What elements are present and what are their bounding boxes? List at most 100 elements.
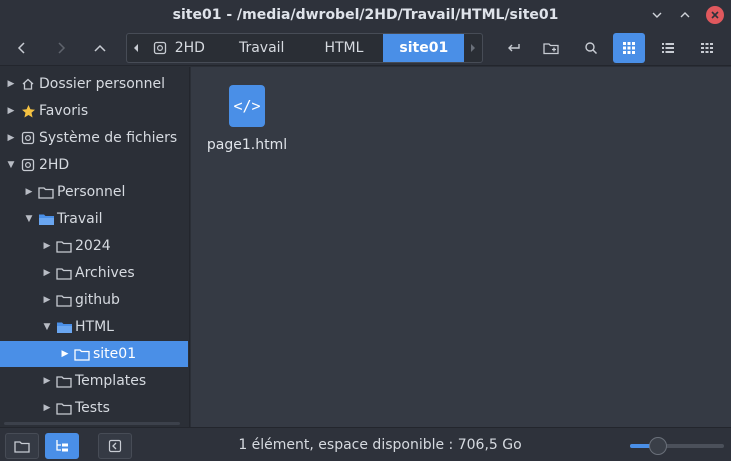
- tree-label: github: [75, 292, 120, 308]
- file-icon-glyph: </>: [233, 97, 261, 115]
- open-terminal-button[interactable]: [498, 33, 530, 63]
- tree-label: Templates: [75, 373, 147, 389]
- sidebar-item-tests[interactable]: ▶ Tests: [0, 395, 188, 421]
- close-button[interactable]: [706, 6, 724, 24]
- search-button[interactable]: [575, 33, 607, 63]
- folder-open-icon: [55, 319, 73, 335]
- toggle-sidebar-button[interactable]: [98, 433, 132, 459]
- tree-label: 2024: [75, 238, 111, 254]
- places-panel-button[interactable]: [5, 433, 39, 459]
- sidebar-item-dossier-personnel[interactable]: ▶ Dossier personnel: [0, 71, 188, 97]
- expander-expanded-icon[interactable]: ▼: [24, 214, 34, 224]
- sidebar-item-personnel[interactable]: ▶ Personnel: [0, 179, 188, 205]
- list-view-button[interactable]: [652, 33, 684, 63]
- zoom-slider-thumb[interactable]: [649, 437, 668, 455]
- folder-icon: [55, 265, 73, 281]
- search-icon: [585, 42, 598, 55]
- crumb-2hd[interactable]: 2HD: [145, 34, 219, 62]
- sidebar-item-favoris[interactable]: ▶ Favoris: [0, 98, 188, 124]
- status-message: 1 élément, espace disponible : 706,5 Go: [238, 437, 522, 453]
- status-bar: 1 élément, espace disponible : 706,5 Go: [0, 427, 731, 461]
- crumb-site01[interactable]: site01: [383, 34, 465, 62]
- caret-right-icon: [471, 44, 476, 52]
- maximize-icon: [680, 12, 690, 18]
- close-icon: [711, 11, 719, 19]
- caret-left-icon: [133, 44, 138, 52]
- file-name: page1.html: [206, 137, 288, 153]
- expander-collapsed-icon[interactable]: ▶: [60, 349, 70, 359]
- file-item-page1-html[interactable]: </> page1.html: [203, 85, 291, 157]
- icon-view-button[interactable]: [613, 33, 645, 63]
- crumb-label: site01: [399, 40, 449, 56]
- html-file-icon: </>: [229, 85, 265, 127]
- sidebar-item-2hd[interactable]: ▼ 2HD: [0, 152, 188, 178]
- new-folder-icon: [543, 43, 559, 55]
- return-arrow-icon: [508, 44, 520, 52]
- sidebar-item-templates[interactable]: ▶ Templates: [0, 368, 188, 394]
- minimize-button[interactable]: [648, 6, 666, 24]
- expander-collapsed-icon[interactable]: ▶: [42, 268, 52, 278]
- back-button[interactable]: [6, 33, 38, 63]
- folder-icon: [55, 373, 73, 389]
- crumb-html[interactable]: HTML: [304, 34, 383, 62]
- minimize-icon: [652, 12, 662, 18]
- zoom-slider[interactable]: [630, 444, 724, 448]
- tree-panel-button[interactable]: [45, 433, 79, 459]
- path-scroll-right-button[interactable]: [464, 34, 482, 62]
- path-scroll-left-button[interactable]: [127, 34, 145, 62]
- folder-icon: [37, 184, 55, 200]
- folder-icon: [55, 238, 73, 254]
- file-view[interactable]: </> page1.html: [191, 67, 731, 427]
- back-arrow-icon: [17, 42, 25, 54]
- sidebar-horizontal-scrollbar[interactable]: [4, 422, 180, 425]
- sidebar-item-systeme-de-fichiers[interactable]: ▶ Système de fichiers: [0, 125, 188, 151]
- compact-view-button[interactable]: [691, 33, 723, 63]
- drive-icon: [19, 130, 37, 146]
- forward-arrow-icon: [58, 42, 66, 54]
- tree-label: Travail: [57, 211, 103, 227]
- forward-button[interactable]: [45, 33, 77, 63]
- window-title: site01 - /media/dwrobel/2HD/Travail/HTML…: [172, 7, 559, 23]
- tree-label: Tests: [75, 400, 110, 416]
- expander-collapsed-icon[interactable]: ▶: [6, 106, 16, 116]
- tree-label: 2HD: [39, 157, 70, 173]
- crumb-label: 2HD: [174, 40, 205, 56]
- folder-icon: [14, 440, 30, 453]
- compact-view-icon: [701, 43, 713, 53]
- expander-expanded-icon[interactable]: ▼: [6, 160, 16, 170]
- sidebar-item-site01[interactable]: ▶ site01: [0, 341, 188, 367]
- crumb-label: HTML: [324, 40, 364, 56]
- sidebar-item-archives[interactable]: ▶ Archives: [0, 260, 188, 286]
- sidebar-item-2024[interactable]: ▶ 2024: [0, 233, 188, 259]
- star-icon: [19, 103, 37, 119]
- tree-label: Personnel: [57, 184, 126, 200]
- tree-label: HTML: [75, 319, 114, 335]
- drive-icon: [153, 41, 166, 55]
- list-view-icon: [662, 43, 674, 53]
- maximize-button[interactable]: [676, 6, 694, 24]
- crumb-travail[interactable]: Travail: [219, 34, 304, 62]
- parent-folder-button[interactable]: [84, 33, 116, 63]
- drive-icon: [19, 157, 37, 173]
- expander-collapsed-icon[interactable]: ▶: [42, 376, 52, 386]
- tree-label: Favoris: [39, 103, 89, 119]
- expander-collapsed-icon[interactable]: ▶: [42, 295, 52, 305]
- expander-collapsed-icon[interactable]: ▶: [6, 133, 16, 143]
- expander-collapsed-icon[interactable]: ▶: [42, 241, 52, 251]
- up-arrow-icon: [94, 44, 106, 52]
- tree-view-icon: [56, 440, 68, 452]
- sidebar-item-github[interactable]: ▶ github: [0, 287, 188, 313]
- folder-icon: [73, 346, 91, 362]
- expander-collapsed-icon[interactable]: ▶: [42, 403, 52, 413]
- grid-view-icon: [623, 42, 635, 54]
- expander-collapsed-icon[interactable]: ▶: [24, 187, 34, 197]
- sidebar-item-travail[interactable]: ▼ Travail: [0, 206, 188, 232]
- crumb-label: Travail: [238, 40, 285, 56]
- sidebar-item-html[interactable]: ▼ HTML: [0, 314, 188, 340]
- tree-label: Dossier personnel: [39, 76, 166, 92]
- new-folder-button[interactable]: [536, 33, 568, 63]
- home-icon: [19, 76, 37, 92]
- expander-expanded-icon[interactable]: ▼: [42, 322, 52, 332]
- title-bar: site01 - /media/dwrobel/2HD/Travail/HTML…: [0, 0, 731, 30]
- expander-collapsed-icon[interactable]: ▶: [6, 79, 16, 89]
